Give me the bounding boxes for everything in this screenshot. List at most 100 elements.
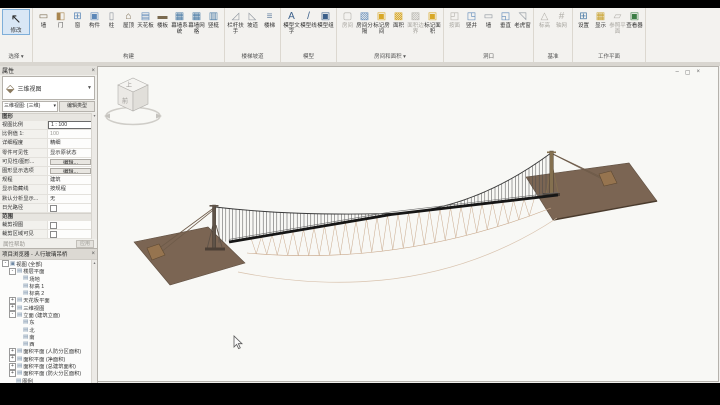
ribbon-button-railing[interactable]: ◿栏杆扶手 [227,9,244,36]
prop-value[interactable]: 无 [48,195,97,203]
close-icon[interactable]: × [91,251,95,257]
tree-item-east[interactable]: ▤东 [0,319,97,326]
expand-icon[interactable]: + [9,348,16,355]
view-combo[interactable]: 三维视图: {三维} ▾ [2,101,58,112]
tree-item-ceiling-plans[interactable]: +▤天花板平面 [0,297,97,304]
ribbon-button-model-group[interactable]: ▣模型组 [317,9,334,30]
tree-item-elevations[interactable]: -▤立面 (建筑立面) [0,311,97,318]
ribbon-button-show[interactable]: ▦显示 [592,9,609,30]
ribbon-button-floor[interactable]: ▬楼板 [154,9,171,30]
prop-value[interactable]: 建筑 [48,176,97,184]
ribbon-button-grid[interactable]: #轴网 [553,9,570,30]
minimize-icon[interactable]: – [675,69,678,76]
ribbon-button-ceiling[interactable]: ▤天花板 [137,9,154,30]
tree-item-site[interactable]: ▤场地 [0,275,97,282]
truss-diagonal [430,210,435,242]
tree-item-south[interactable]: ▤南 [0,333,97,340]
collapse-icon[interactable]: - [9,311,16,318]
tag-area-icon: ▣ [426,10,440,23]
prop-value[interactable]: 精细 [48,139,97,147]
ribbon-button-model-line[interactable]: /模型线 [300,9,317,30]
type-selector[interactable]: ⬙ 三维视图 ▼ [2,76,95,100]
ribbon-button-tag-room[interactable]: ▣标记房间 [373,9,390,36]
area-boundary-icon: ▨ [409,10,423,23]
ribbon-button-label: 竖井 [466,23,477,29]
prop-value[interactable]: 按规程 [48,185,97,193]
ribbon-button-curtain-system[interactable]: ▦幕墙系统 [171,9,188,36]
tree-item-area-plan-fire[interactable]: +▤面积平面 (防火分区面积) [0,370,97,377]
ribbon-button-column[interactable]: ▯柱 [103,9,120,30]
show-icon: ▦ [594,10,608,23]
checkbox[interactable] [50,205,57,212]
prop-value[interactable]: 1 : 100 [48,121,97,129]
prop-value[interactable]: 编辑... [50,168,91,174]
tag-room-icon: ▣ [375,10,389,23]
ribbon-button-dormer[interactable]: ◹老虎窗 [514,9,531,30]
properties-title: 属性 [2,66,14,75]
tree-item-north[interactable]: ▤北 [0,326,97,333]
tree-item-views-all[interactable]: -▣视图 (全部) [0,260,97,267]
ribbon-button-ref-plane[interactable]: ▱参照平面 [609,9,626,36]
expand-icon[interactable]: + [9,370,16,377]
expand-icon[interactable]: + [9,304,16,311]
ribbon-button-label: 查看器 [626,23,643,29]
ribbon-button-label: 柱 [109,23,115,29]
tree-item-level-1[interactable]: ▤标高 1 [0,282,97,289]
ribbon-button-viewer[interactable]: ▣查看器 [626,9,643,30]
checkbox[interactable] [50,231,57,238]
ribbon-button-door[interactable]: ◧门 [52,9,69,30]
ribbon-button-roof[interactable]: ⌂屋顶 [120,9,137,30]
ribbon-button-level[interactable]: △标高 [536,9,553,30]
expand-icon[interactable]: + [9,297,16,304]
truss-diagonal [356,220,361,253]
ribbon-button-room[interactable]: ▢房间 [339,9,356,30]
viewcube[interactable]: 上 前 [98,67,168,137]
ribbon-button-curtain-grid[interactable]: ▦幕墙网格 [188,9,205,36]
truss-diagonal [466,205,471,235]
ribbon-button-vertical[interactable]: ◱垂直 [497,9,514,30]
ref-plane-icon: ▱ [611,10,625,23]
expand-icon[interactable]: + [9,363,16,370]
edit-type-button[interactable]: 编辑类型 [59,101,95,112]
ribbon-button-room-separator[interactable]: ▧房间分隔 [356,9,373,36]
truss-diagonal [351,220,356,254]
left-dock: 属性 × ⬙ 三维视图 ▼ 三维视图: {三维} ▾ 编辑类型 图形^视图比例1… [0,66,98,383]
ribbon-group-label-select[interactable]: 选择 ▾ [2,53,30,62]
prop-section-header[interactable]: 图形^ [0,113,97,121]
ribbon-button-area-boundary[interactable]: ▨面积边界 [407,9,424,36]
ribbon-button-tag-area[interactable]: ▣标记面积 [424,9,441,36]
ribbon-button-modify[interactable]: ↖修改 [2,9,30,35]
ribbon-button-wall[interactable]: ▭墙 [35,9,52,30]
ribbon-button-shaft[interactable]: ◳竖井 [463,9,480,30]
properties-help-link[interactable]: 属性帮助 [3,240,25,248]
ribbon-button-area[interactable]: ▩面积 [390,9,407,30]
vertical-icon: ◱ [499,10,513,23]
ribbon-button-label: 老虎窗 [514,23,531,29]
ribbon-button-wall-opening[interactable]: ▭墙 [480,9,497,30]
tree-item-floor-plans[interactable]: -▤楼层平面 [0,268,97,275]
prop-value[interactable]: 编辑... [50,159,91,165]
viewport-canvas[interactable]: – ▢ × 上 前 [97,66,719,382]
prop-section-header[interactable]: 范围^ [0,213,97,221]
apply-button[interactable]: 应用 [76,240,94,248]
ribbon-button-window[interactable]: ⊞窗 [69,9,86,30]
close-icon[interactable]: × [696,69,700,76]
restore-icon[interactable]: ▢ [685,69,691,76]
expand-icon[interactable]: + [9,355,16,362]
ribbon-button-label: 标记面积 [424,23,441,35]
collapse-icon[interactable]: - [9,268,16,275]
ribbon-button-stair[interactable]: ≡楼梯 [261,9,278,30]
ribbon-button-ramp[interactable]: ◺坡道 [244,9,261,30]
ribbon-button-by-face[interactable]: ◰按面 [446,9,463,30]
prop-value[interactable]: 显示原状态 [48,149,97,157]
ribbon-button-model-text[interactable]: A模型文字 [283,9,300,36]
ribbon-group-label-room-area[interactable]: 房间和面积 ▾ [339,53,441,62]
tree-item-legends[interactable]: ▤图例 [0,377,97,383]
close-icon[interactable]: × [91,68,95,74]
ribbon-button-mullion[interactable]: ▥竖梃 [205,9,222,30]
checkbox[interactable] [50,222,57,229]
collapse-icon[interactable]: - [2,260,9,267]
wall-opening-icon: ▭ [482,10,496,23]
ribbon-button-component[interactable]: ▣构件 [86,9,103,30]
ribbon-button-set[interactable]: ⊞设置 [575,9,592,30]
